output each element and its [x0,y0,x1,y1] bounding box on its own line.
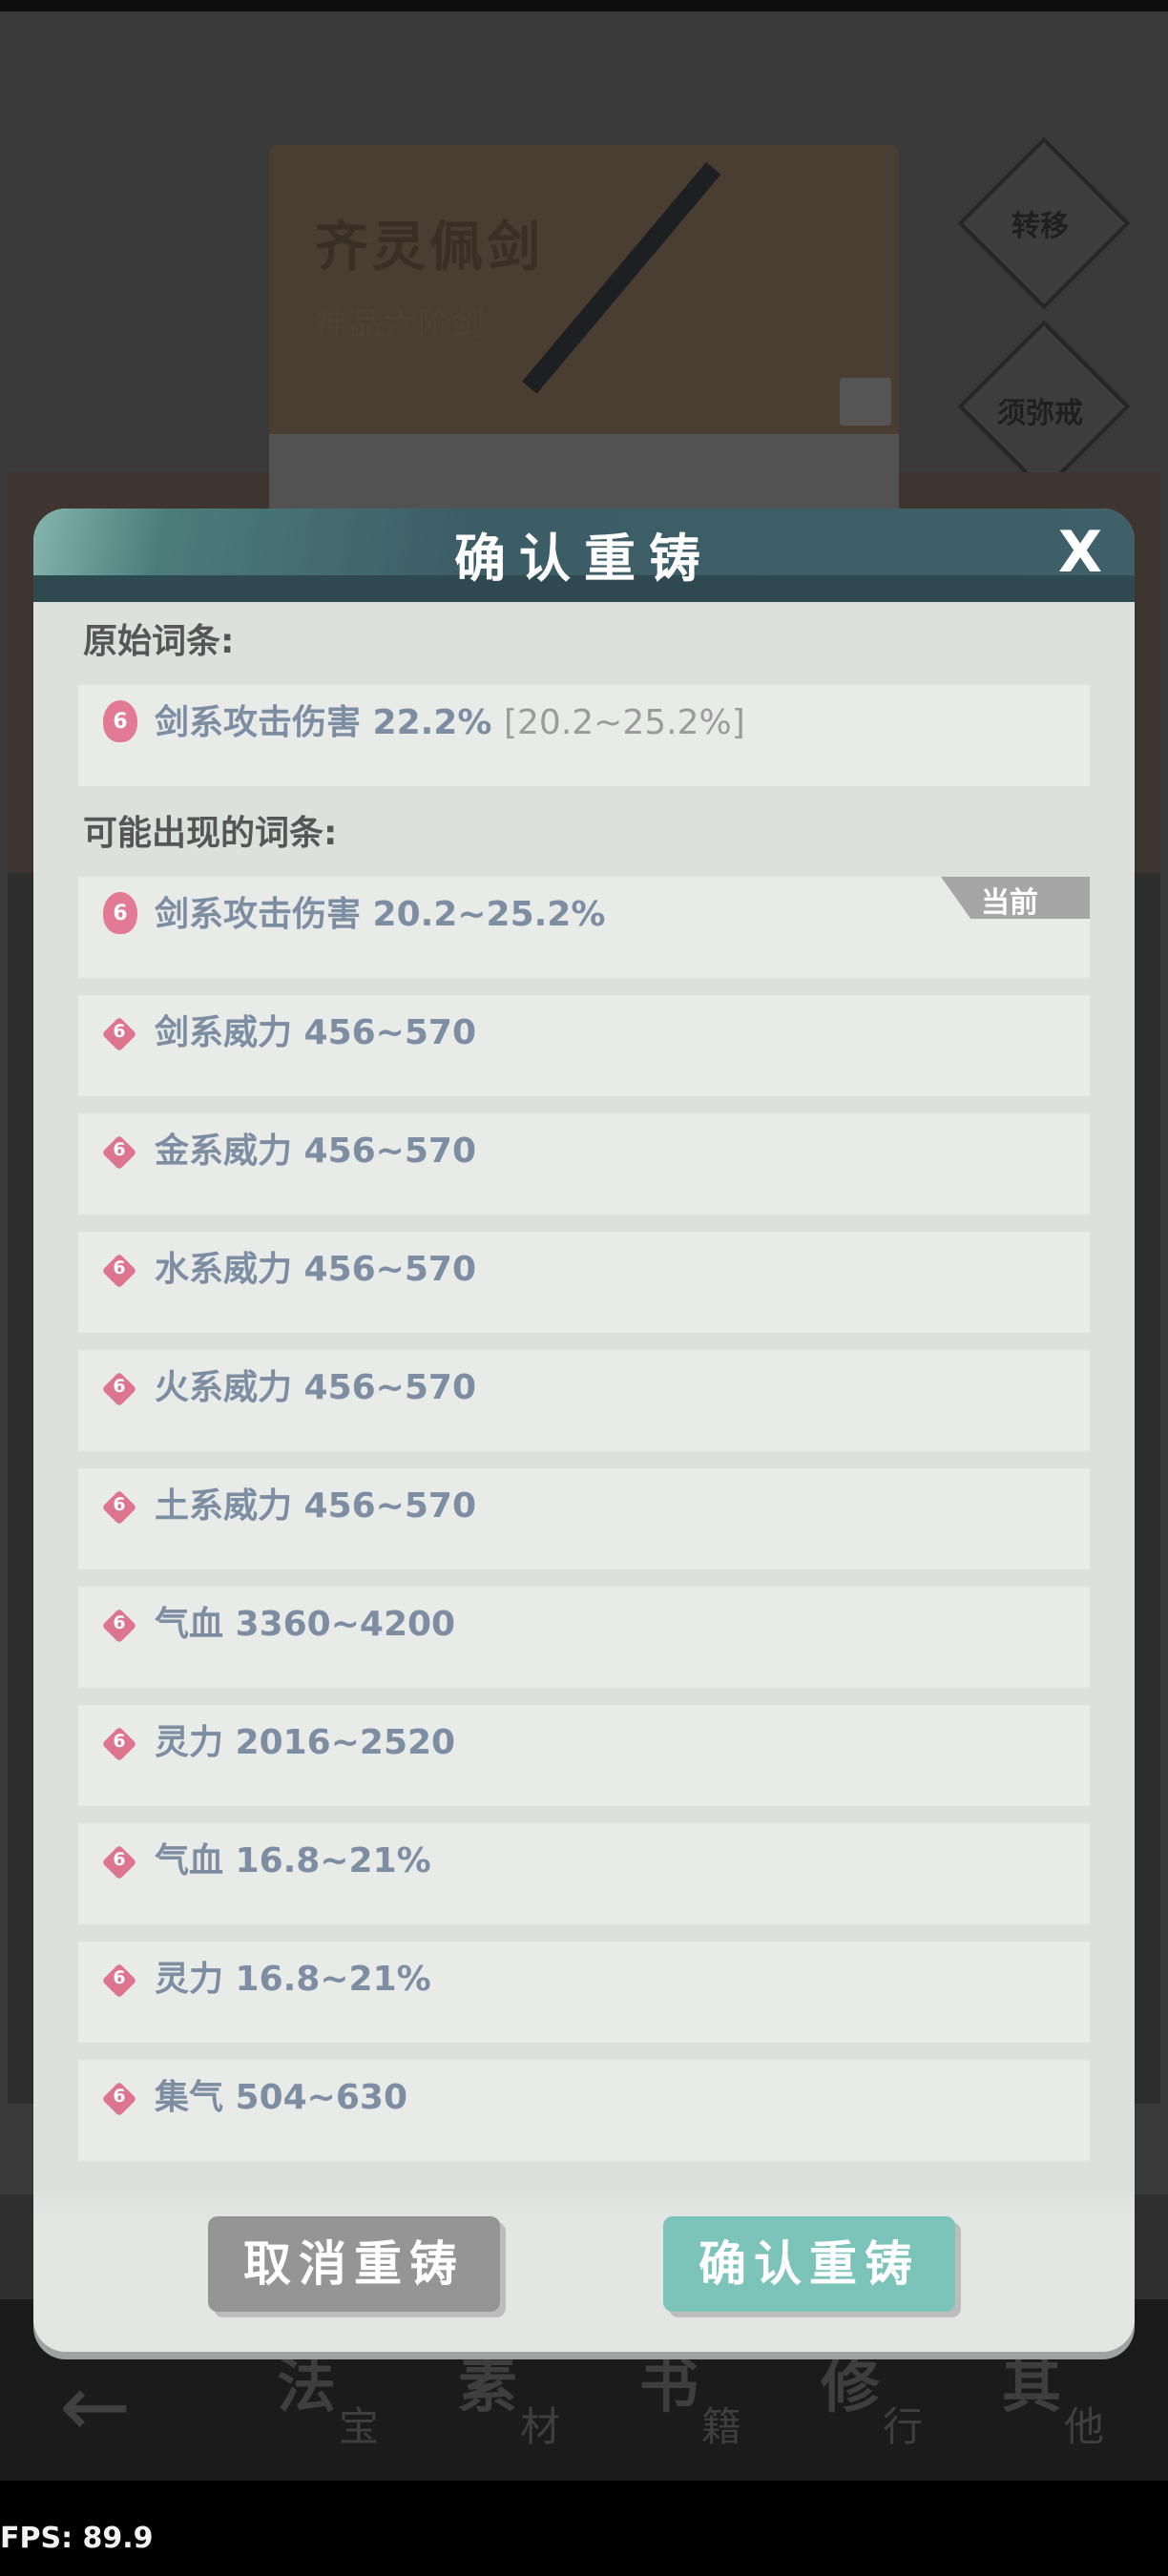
list-item: 6 气血 16.8~21% [78,1823,1090,1924]
confirm-reforge-button[interactable]: 确认重铸 [663,2216,955,2312]
cancel-reforge-button[interactable]: 取消重铸 [208,2216,500,2312]
dialog-header: 确认重铸 X [33,509,1135,602]
entry-text: 气血 3360~4200 [155,1605,456,1644]
list-item: 6 剑系威力 456~570 [78,995,1090,1096]
reforge-dialog: 确认重铸 X 原始词条: 6 剑系攻击伤害 22.2% [20.2~25.2%]… [33,509,1135,2352]
back-arrow-icon[interactable]: ← [59,2357,131,2457]
item-name: 齐灵佩剑 [315,216,544,279]
bottom-bar [0,2481,1168,2576]
flame-tier-icon: 6 [97,698,143,744]
tab-sub: 材 [520,2403,561,2450]
transfer-label: 转移 [1012,210,1069,243]
flame-tier-icon: 6 [97,890,143,936]
entry-text: 灵力 2016~2520 [155,1723,456,1762]
tier-diamond-icon: 6 [101,1371,137,1407]
list-item: 6 灵力 16.8~21% [78,1942,1090,2043]
tier-diamond-icon: 6 [101,1253,137,1289]
possible-label: 可能出现的词条: [83,814,338,853]
close-icon[interactable]: X [1050,522,1111,583]
tier-diamond-icon: 6 [101,2081,137,2117]
entry-text: 水系威力 456~570 [155,1250,476,1289]
entry-text: 集气 504~630 [155,2078,407,2117]
entry-text: 土系威力 456~570 [155,1486,476,1526]
tier-diamond-icon: 6 [101,1963,137,1999]
fps-counter: FPS: 89.9 [0,2522,154,2555]
entry-text: 剑系威力 456~570 [155,1013,476,1052]
entry-text: 火系威力 456~570 [155,1368,476,1407]
entry-text: 灵力 16.8~21% [155,1960,431,1999]
tier-diamond-icon: 6 [101,1134,137,1171]
item-box-icon [840,378,891,426]
entry-text: 金系威力 456~570 [155,1132,476,1171]
tab-sub: 籍 [701,2403,742,2450]
tab-cultivation[interactable]: 修 行 [792,2337,954,2450]
dialog-title: 确认重铸 [454,528,714,589]
status-bar [0,0,1168,11]
original-entry: 6 剑系攻击伤害 22.2% [20.2~25.2%] [78,685,1090,786]
entry-text: 剑系攻击伤害 20.2~25.2% [155,895,606,934]
tab-sub: 宝 [339,2403,380,2450]
tab-treasure[interactable]: 法 宝 [248,2337,410,2450]
tier-diamond-icon: 6 [101,1016,137,1052]
storage-ring-label: 须弥戒 [997,397,1083,430]
item-grade: 神品六阶剑 [315,305,487,343]
original-entry-range: [20.2~25.2%] [503,703,745,742]
dialog-body[interactable]: 原始词条: 6 剑系攻击伤害 22.2% [20.2~25.2%] 可能出现的词… [33,602,1135,2224]
tab-other[interactable]: 其 他 [973,2337,1136,2450]
list-item: 6 水系威力 456~570 [78,1232,1090,1333]
original-entry-text: 剑系攻击伤害 22.2% [155,703,492,742]
scroll-fade [33,2188,1135,2226]
tab-sub: 他 [1064,2403,1105,2450]
tier-diamond-icon: 6 [101,1489,137,1526]
entry-text: 气血 16.8~21% [155,1841,431,1880]
tab-material[interactable]: 素 材 [429,2337,592,2450]
current-badge: 当前 [941,877,1090,919]
item-card-lower [269,434,899,520]
list-item: 6 剑系攻击伤害 20.2~25.2% 当前 [78,877,1090,978]
tab-sub: 行 [883,2403,924,2450]
list-item: 6 土系威力 456~570 [78,1468,1090,1569]
list-item: 6 金系威力 456~570 [78,1113,1090,1215]
list-item: 6 气血 3360~4200 [78,1587,1090,1688]
original-label: 原始词条: [83,622,235,661]
tier-diamond-icon: 6 [101,1726,137,1762]
list-item: 6 集气 504~630 [78,2060,1090,2161]
tier-diamond-icon: 6 [101,1844,137,1880]
tab-books[interactable]: 书 籍 [611,2337,773,2450]
list-item: 6 灵力 2016~2520 [78,1705,1090,1806]
tier-diamond-icon: 6 [101,1608,137,1644]
list-item: 6 火系威力 456~570 [78,1350,1090,1451]
